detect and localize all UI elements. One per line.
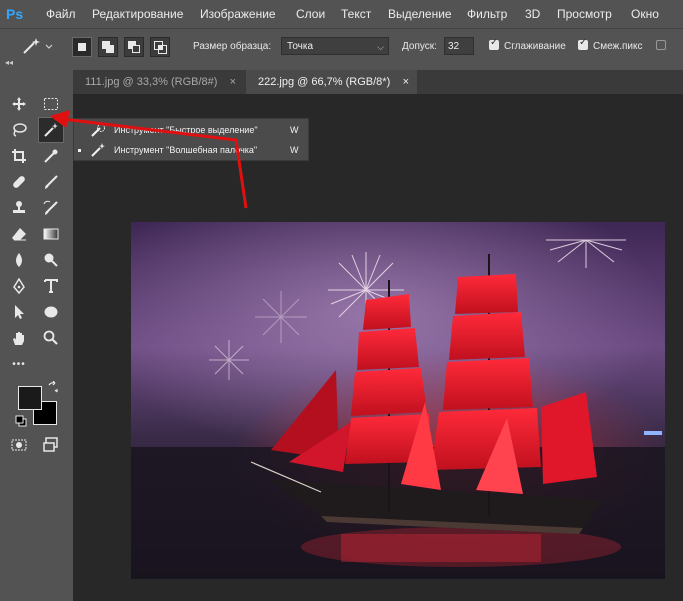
collapse-icon[interactable]: ◂◂ — [5, 58, 13, 67]
close-icon[interactable]: × — [403, 70, 409, 94]
tolerance-input[interactable]: 32 — [444, 37, 474, 55]
magic-wand-preset-icon[interactable] — [20, 36, 56, 56]
lasso-tool-icon[interactable] — [8, 119, 30, 141]
magic-wand-tool-icon[interactable] — [38, 117, 64, 143]
swap-colors-icon[interactable] — [47, 380, 59, 393]
menu-layers[interactable]: Слои — [296, 7, 325, 21]
menu-3d[interactable]: 3D — [525, 7, 540, 21]
panel-collapse-row: ◂◂ — [0, 58, 683, 70]
pen-tool-icon[interactable] — [8, 275, 30, 297]
chevron-down-icon: ⌵ — [377, 42, 384, 52]
dodge-tool-icon[interactable] — [40, 249, 62, 271]
document-tabs: 111.jpg @ 33,3% (RGB/8#) × 222.jpg @ 66,… — [73, 70, 683, 94]
menu-file[interactable]: Файл — [46, 7, 76, 21]
tools-panel: ••• — [0, 70, 73, 601]
antialias-checkbox[interactable]: ✓ — [489, 37, 499, 50]
healing-brush-tool-icon[interactable] — [8, 171, 30, 193]
sample-size-value: Точка — [287, 41, 314, 52]
history-brush-tool-icon[interactable] — [40, 197, 62, 219]
path-selection-tool-icon[interactable] — [8, 301, 30, 323]
intersect-selection-button[interactable] — [150, 37, 170, 57]
tolerance-label: Допуск: — [402, 41, 437, 52]
more-tools-label: ••• — [12, 358, 26, 370]
menu-view[interactable]: Просмотр — [557, 7, 612, 21]
eraser-tool-icon[interactable] — [8, 223, 30, 245]
document-image[interactable] — [131, 222, 671, 579]
magic-wand-label: Инструмент "Волшебная палочка" — [114, 145, 258, 155]
magic-wand-menu-item[interactable]: Инструмент "Волшебная палочка" W — [74, 140, 308, 160]
crop-tool-icon[interactable] — [8, 145, 30, 167]
quick-selection-menu-item[interactable]: Инструмент "Быстрое выделение" W — [74, 120, 308, 140]
close-icon[interactable]: × — [230, 70, 236, 94]
tab-222[interactable]: 222.jpg @ 66,7% (RGB/8*) × — [246, 70, 417, 94]
menu-window[interactable]: Окно — [631, 7, 659, 21]
blur-tool-icon[interactable] — [8, 249, 30, 271]
tool-flyout-menu: Инструмент "Быстрое выделение" W Инструм… — [73, 118, 309, 161]
tab-111[interactable]: 111.jpg @ 33,3% (RGB/8#) × — [73, 70, 244, 94]
gradient-tool-icon[interactable] — [40, 223, 62, 245]
type-tool-icon[interactable] — [40, 275, 62, 297]
clone-stamp-tool-icon[interactable] — [8, 197, 30, 219]
add-to-selection-button[interactable] — [98, 37, 118, 57]
zoom-tool-icon[interactable] — [40, 327, 62, 349]
quick-mask-icon[interactable] — [8, 434, 30, 456]
sample-all-layers-checkbox[interactable] — [656, 40, 666, 50]
sample-size-label: Размер образца: — [193, 41, 272, 52]
menu-edit[interactable]: Редактирование — [92, 7, 183, 21]
quick-selection-shortcut: W — [290, 125, 299, 135]
foreground-color-swatch[interactable] — [18, 386, 42, 410]
photoshop-logo: Ps — [6, 6, 24, 22]
new-selection-button[interactable] — [72, 37, 92, 57]
tab-222-label: 222.jpg @ 66,7% (RGB/8*) — [258, 76, 391, 88]
menu-bar: Ps Файл Редактирование Изображение Слои … — [0, 0, 683, 28]
eyedropper-tool-icon[interactable] — [40, 145, 62, 167]
subtract-from-selection-button[interactable] — [124, 37, 144, 57]
tab-111-label: 111.jpg @ 33,3% (RGB/8#) — [85, 76, 218, 88]
quick-selection-label: Инструмент "Быстрое выделение" — [114, 125, 258, 135]
contiguous-checkbox[interactable]: ✓ — [578, 37, 588, 50]
contiguous-label: Смеж.пикс — [593, 41, 643, 52]
menu-filter[interactable]: Фильтр — [467, 7, 507, 21]
screen-mode-icon[interactable] — [40, 434, 62, 456]
menu-image[interactable]: Изображение — [200, 7, 276, 21]
brush-tool-icon[interactable] — [40, 171, 62, 193]
magic-wand-shortcut: W — [290, 145, 299, 155]
sample-size-select[interactable]: Точка ⌵ — [281, 37, 389, 55]
menu-text[interactable]: Текст — [341, 7, 371, 21]
default-colors-icon[interactable] — [15, 414, 27, 427]
antialias-label: Сглаживание — [504, 41, 566, 52]
menu-select[interactable]: Выделение — [388, 7, 452, 21]
hand-tool-icon[interactable] — [8, 327, 30, 349]
options-bar: Размер образца: Точка ⌵ Допуск: 32 ✓ Сгл… — [0, 28, 683, 62]
magic-wand-icon — [90, 143, 106, 164]
move-tool-icon[interactable] — [8, 93, 30, 115]
marquee-tool-icon[interactable] — [40, 93, 62, 115]
more-tools-icon[interactable]: ••• — [8, 353, 30, 375]
selected-bullet-icon — [78, 149, 81, 152]
ellipse-tool-icon[interactable] — [40, 301, 62, 323]
